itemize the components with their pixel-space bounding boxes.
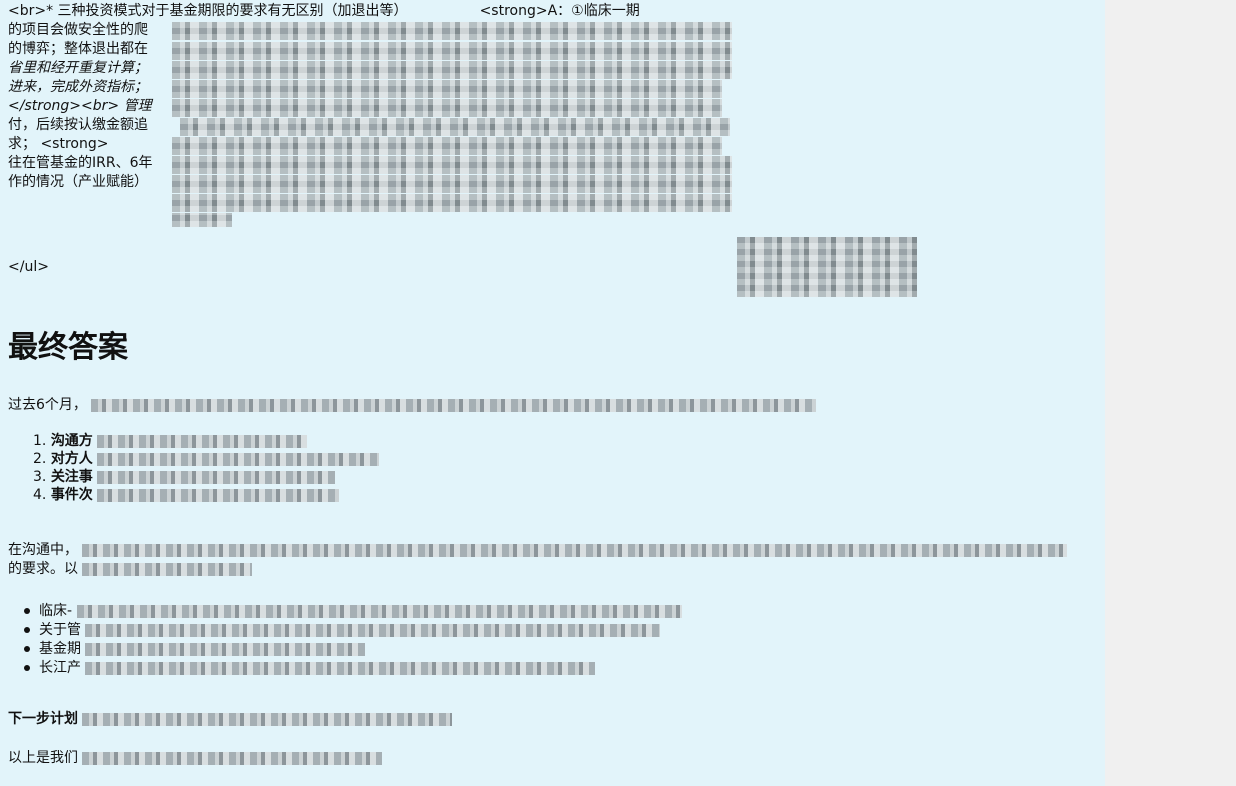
list-number: 1. xyxy=(33,433,47,449)
bullet-icon xyxy=(24,646,30,652)
next-plan-label: 下一步计划 xyxy=(8,711,78,727)
redacted-text xyxy=(85,642,366,656)
communication-paragraph: 在沟通中， xyxy=(8,541,1068,560)
list-label: 关注事 xyxy=(50,469,93,485)
redacted-region xyxy=(172,99,722,117)
paragraph-text: 的要求。以 xyxy=(8,561,78,577)
list-item: 4. 事件次 xyxy=(33,486,379,504)
list-label: 事件次 xyxy=(50,487,93,503)
note-text-extra: <strong>A：①临床一期 xyxy=(479,3,640,19)
note-text: <br>* 三种投资模式对于基金期限的要求有无区别（加退出等） xyxy=(8,3,408,19)
redacted-region xyxy=(172,175,732,193)
note-text: 求； <strong> xyxy=(8,136,109,152)
redacted-text xyxy=(97,470,336,484)
redacted-text xyxy=(97,434,308,448)
redacted-region xyxy=(172,156,732,174)
note-text: 进来，完成外资指标； xyxy=(8,79,148,95)
bullet-icon xyxy=(24,608,30,614)
closing-paragraph: 以上是我们 xyxy=(8,749,383,768)
redacted-region xyxy=(172,22,732,40)
note-text: 作的情况（产业赋能） xyxy=(8,174,148,190)
list-label: 基金期 xyxy=(39,641,81,657)
list-label: 关于管 xyxy=(39,622,81,638)
ordered-list: 1. 沟通方 2. 对方人 3. 关注事 4. 事件次 xyxy=(33,432,380,504)
redacted-text xyxy=(91,398,817,412)
list-label: 对方人 xyxy=(50,451,93,467)
closing-text: 以上是我们 xyxy=(8,750,78,766)
list-label: 长江产 xyxy=(39,660,81,676)
redacted-text xyxy=(82,543,1068,557)
redacted-text xyxy=(82,751,383,765)
list-item: 1. 沟通方 xyxy=(33,432,379,450)
note-text: 省里和经开重复计算； xyxy=(8,60,148,76)
redacted-text xyxy=(82,562,253,576)
redacted-region xyxy=(180,118,730,136)
list-item: 临床- xyxy=(24,602,682,621)
redacted-region xyxy=(172,194,732,212)
list-item: 关于管 xyxy=(24,621,682,640)
content-panel: <br>* 三种投资模式对于基金期限的要求有无区别（加退出等） <strong>A… xyxy=(0,0,1105,786)
bullet-icon xyxy=(24,665,30,671)
list-item: 长江产 xyxy=(24,659,682,678)
note-text: 的项目会做安全性的爬 xyxy=(8,22,148,38)
note-line-1: <br>* 三种投资模式对于基金期限的要求有无区别（加退出等） <strong>A… xyxy=(8,2,738,21)
redacted-region xyxy=(172,42,732,60)
redacted-text xyxy=(85,623,661,637)
bullet-list: 临床- 关于管 基金期 长江产 xyxy=(24,602,682,678)
list-number: 2. xyxy=(33,451,47,467)
redacted-region xyxy=(172,137,722,155)
redacted-text xyxy=(82,712,453,726)
list-label: 沟通方 xyxy=(50,433,93,449)
note-text: </strong><br> 管理 xyxy=(8,98,152,114)
list-item: 3. 关注事 xyxy=(33,468,379,486)
page-title: 最终答案 xyxy=(8,330,128,365)
note-text: 往在管基金的IRR、6年 xyxy=(8,155,153,171)
list-label: 临床- xyxy=(39,603,73,619)
note-text: 的博弈；整体退出都在 xyxy=(8,41,148,57)
redacted-region xyxy=(737,237,917,297)
note-text: 付，后续按认缴金额追 xyxy=(8,117,148,133)
redacted-region xyxy=(172,213,232,227)
redacted-text xyxy=(97,452,380,466)
redacted-text xyxy=(97,488,340,502)
intro-text: 过去6个月， xyxy=(8,397,87,413)
list-item: 2. 对方人 xyxy=(33,450,380,468)
paragraph-text: 在沟通中， xyxy=(8,542,78,558)
communication-paragraph-cont: 的要求。以 xyxy=(8,560,253,579)
list-number: 4. xyxy=(33,487,47,503)
redacted-text xyxy=(85,661,596,675)
intro-paragraph: 过去6个月， xyxy=(8,396,817,415)
list-item: 基金期 xyxy=(24,640,682,659)
bullet-icon xyxy=(24,627,30,633)
list-number: 3. xyxy=(33,469,47,485)
redacted-region xyxy=(172,61,732,79)
code-fragment: </ul> xyxy=(8,259,49,275)
redacted-region xyxy=(172,80,722,98)
redacted-text xyxy=(76,604,682,618)
next-plan-paragraph: 下一步计划 xyxy=(8,710,453,729)
